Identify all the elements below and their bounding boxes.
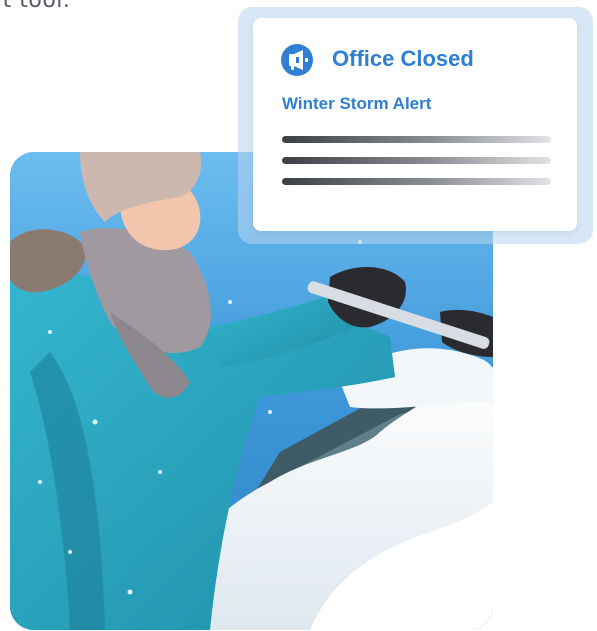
placeholder-text-line bbox=[282, 136, 551, 143]
placeholder-text-line bbox=[282, 157, 551, 164]
alert-subtitle: Winter Storm Alert bbox=[282, 94, 432, 113]
placeholder-text-line bbox=[282, 178, 551, 185]
megaphone-icon bbox=[281, 44, 313, 76]
alert-title: Office Closed bbox=[332, 46, 474, 71]
page: it tool. Office Closed Winter Storm Aler… bbox=[0, 0, 597, 631]
header-text-fragment: it tool. bbox=[0, 0, 71, 13]
alert-card: Office Closed Winter Storm Alert bbox=[253, 18, 577, 231]
